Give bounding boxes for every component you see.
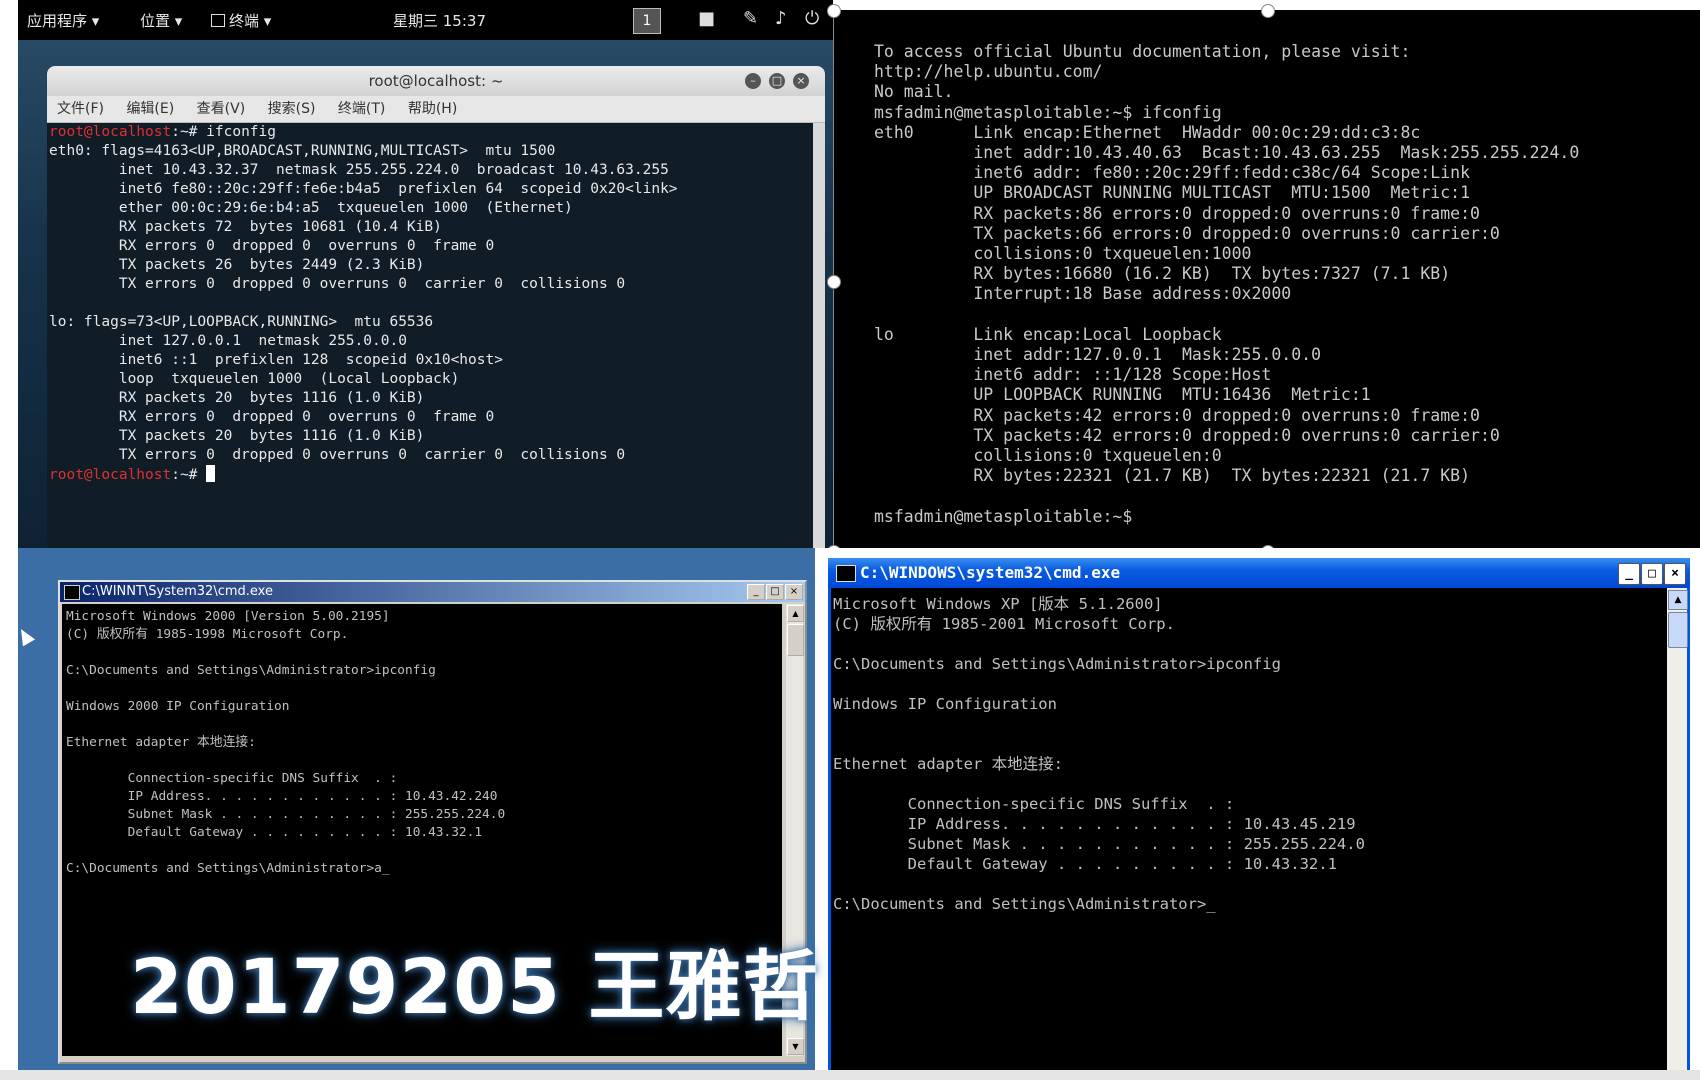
minimize-icon[interactable]: _ — [747, 584, 765, 600]
kali-desktop: 应用程序 ▾ 位置 ▾ 终端 ▾ 星期三 15:37 1 ■ ✎ ♪ ⏻ roo… — [18, 0, 833, 548]
prompt-suffix: :~# — [171, 124, 198, 140]
menu-edit[interactable]: 编辑(E) — [126, 101, 174, 117]
scroll-down-icon[interactable]: ▼ — [787, 1038, 804, 1055]
menu-search[interactable]: 搜索(S) — [268, 101, 316, 117]
resize-handle[interactable] — [827, 4, 841, 18]
menu-terminal[interactable]: 终端(T) — [338, 101, 385, 117]
menu-file[interactable]: 文件(F) — [57, 101, 104, 117]
terminal-app-menu-label: 终端 ▾ — [229, 12, 272, 30]
workspace-indicator[interactable]: 1 — [633, 8, 661, 34]
video-icon[interactable]: ■ — [698, 8, 715, 29]
kali-terminal-window: root@localhost: ~ – □ × 文件(F) 编辑(E) 查看(V… — [47, 66, 825, 548]
close-icon[interactable]: × — [785, 584, 803, 600]
winxp-output: Microsoft Windows XP [版本 5.1.2600] (C) 版… — [833, 595, 1365, 913]
metasploitable-output: To access official Ubuntu documentation,… — [874, 42, 1580, 526]
ifconfig-output: eth0: flags=4163<UP,BROADCAST,RUNNING,MU… — [49, 143, 678, 463]
close-icon[interactable]: × — [1664, 563, 1686, 585]
prompt-suffix: :~# — [171, 467, 198, 483]
text-cursor — [206, 465, 216, 482]
watermark: 20179205 王雅哲 — [130, 942, 820, 1031]
kali-terminal-titlebar[interactable]: root@localhost: ~ – □ × — [47, 66, 825, 96]
kali-terminal-content[interactable]: root@localhost:~# ifconfig eth0: flags=4… — [49, 123, 678, 485]
resize-handle[interactable] — [1261, 4, 1275, 18]
maximize-icon[interactable]: □ — [769, 73, 785, 89]
scroll-thumb[interactable] — [1668, 612, 1688, 648]
terminal-icon — [211, 14, 225, 27]
menu-view[interactable]: 查看(V) — [197, 101, 246, 117]
volume-icon[interactable]: ♪ — [775, 8, 787, 29]
scrollbar[interactable]: ▲ — [1667, 588, 1688, 1080]
minimize-icon[interactable]: – — [745, 73, 761, 89]
pen-icon[interactable]: ✎ — [743, 8, 758, 29]
window-title: C:\WINDOWS\system32\cmd.exe — [860, 563, 1121, 582]
bottom-strip — [0, 1070, 1700, 1080]
command-text: ifconfig — [197, 124, 276, 140]
command-line: root@localhost:~# ifconfig — [49, 123, 678, 142]
window-title: C:\WINNT\System32\cmd.exe — [82, 584, 273, 599]
terminal-app-menu[interactable]: 终端 ▾ — [211, 10, 271, 31]
prompt-user: root@localhost — [49, 467, 172, 483]
metasploitable-console[interactable]: To access official Ubuntu documentation,… — [833, 10, 1700, 548]
places-menu[interactable]: 位置 ▾ — [140, 10, 182, 31]
prompt-user: root@localhost — [49, 124, 172, 140]
left-white-strip — [0, 0, 18, 1080]
scroll-up-icon[interactable]: ▲ — [787, 605, 804, 622]
scrollbar[interactable] — [813, 123, 825, 548]
win2000-titlebar[interactable]: C:\WINNT\System32\cmd.exe _ □ × — [60, 582, 805, 602]
maximize-icon[interactable]: □ — [1641, 563, 1663, 585]
winxp-cmd-window: C:\WINDOWS\system32\cmd.exe _ □ × Micros… — [828, 558, 1690, 1080]
prompt-line: root@localhost:~# — [49, 465, 678, 485]
cmd-icon — [836, 565, 856, 582]
applications-menu[interactable]: 应用程序 ▾ — [27, 10, 99, 31]
win2000-output: Microsoft Windows 2000 [Version 5.00.219… — [66, 609, 506, 876]
resize-handle[interactable] — [827, 275, 841, 289]
menu-help[interactable]: 帮助(H) — [408, 101, 457, 117]
scroll-up-icon[interactable]: ▲ — [1668, 590, 1688, 610]
power-icon[interactable]: ⏻ — [805, 8, 819, 29]
minimize-icon[interactable]: _ — [1618, 563, 1640, 585]
clock[interactable]: 星期三 15:37 — [393, 10, 486, 31]
gnome-top-bar: 应用程序 ▾ 位置 ▾ 终端 ▾ 星期三 15:37 1 ■ ✎ ♪ ⏻ — [18, 0, 833, 40]
window-title: root@localhost: ~ — [368, 72, 504, 90]
winxp-desktop: C:\WINDOWS\system32\cmd.exe _ □ × Micros… — [815, 548, 1700, 1080]
maximize-icon[interactable]: □ — [766, 584, 784, 600]
close-icon[interactable]: × — [793, 73, 809, 89]
winxp-titlebar[interactable]: C:\WINDOWS\system32\cmd.exe _ □ × — [828, 558, 1690, 588]
cmd-icon — [64, 585, 80, 600]
winxp-console[interactable]: Microsoft Windows XP [版本 5.1.2600] (C) 版… — [831, 588, 1667, 1080]
kali-menubar: 文件(F) 编辑(E) 查看(V) 搜索(S) 终端(T) 帮助(H) — [47, 96, 825, 123]
scroll-thumb[interactable] — [787, 624, 804, 656]
